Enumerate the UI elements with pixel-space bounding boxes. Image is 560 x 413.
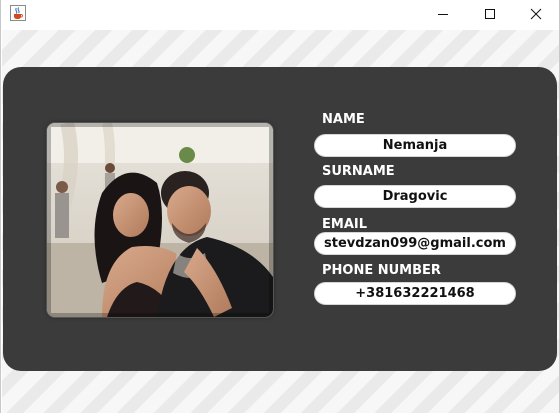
title-bar[interactable] bbox=[1, 0, 559, 30]
maximize-icon bbox=[484, 5, 496, 24]
java-cup-icon bbox=[10, 5, 26, 21]
profile-photo bbox=[47, 123, 273, 317]
surname-label: SURNAME bbox=[322, 164, 395, 179]
maximize-button[interactable] bbox=[467, 0, 513, 28]
minimize-button[interactable] bbox=[420, 0, 466, 28]
email-label: EMAIL bbox=[322, 217, 367, 232]
minimize-icon bbox=[437, 5, 449, 24]
phone-number-field[interactable]: +381632221468 bbox=[314, 282, 516, 305]
name-label: NAME bbox=[322, 112, 365, 127]
phone-number-label: PHONE NUMBER bbox=[322, 263, 441, 278]
surname-field[interactable]: Dragovic bbox=[314, 185, 516, 208]
close-icon bbox=[530, 5, 542, 24]
app-window: NAME Nemanja SURNAME Dragovic EMAIL stev… bbox=[0, 0, 560, 413]
name-field[interactable]: Nemanja bbox=[314, 134, 516, 157]
close-button[interactable] bbox=[513, 0, 559, 28]
email-field[interactable]: stevdzan099@gmail.com bbox=[314, 232, 516, 255]
